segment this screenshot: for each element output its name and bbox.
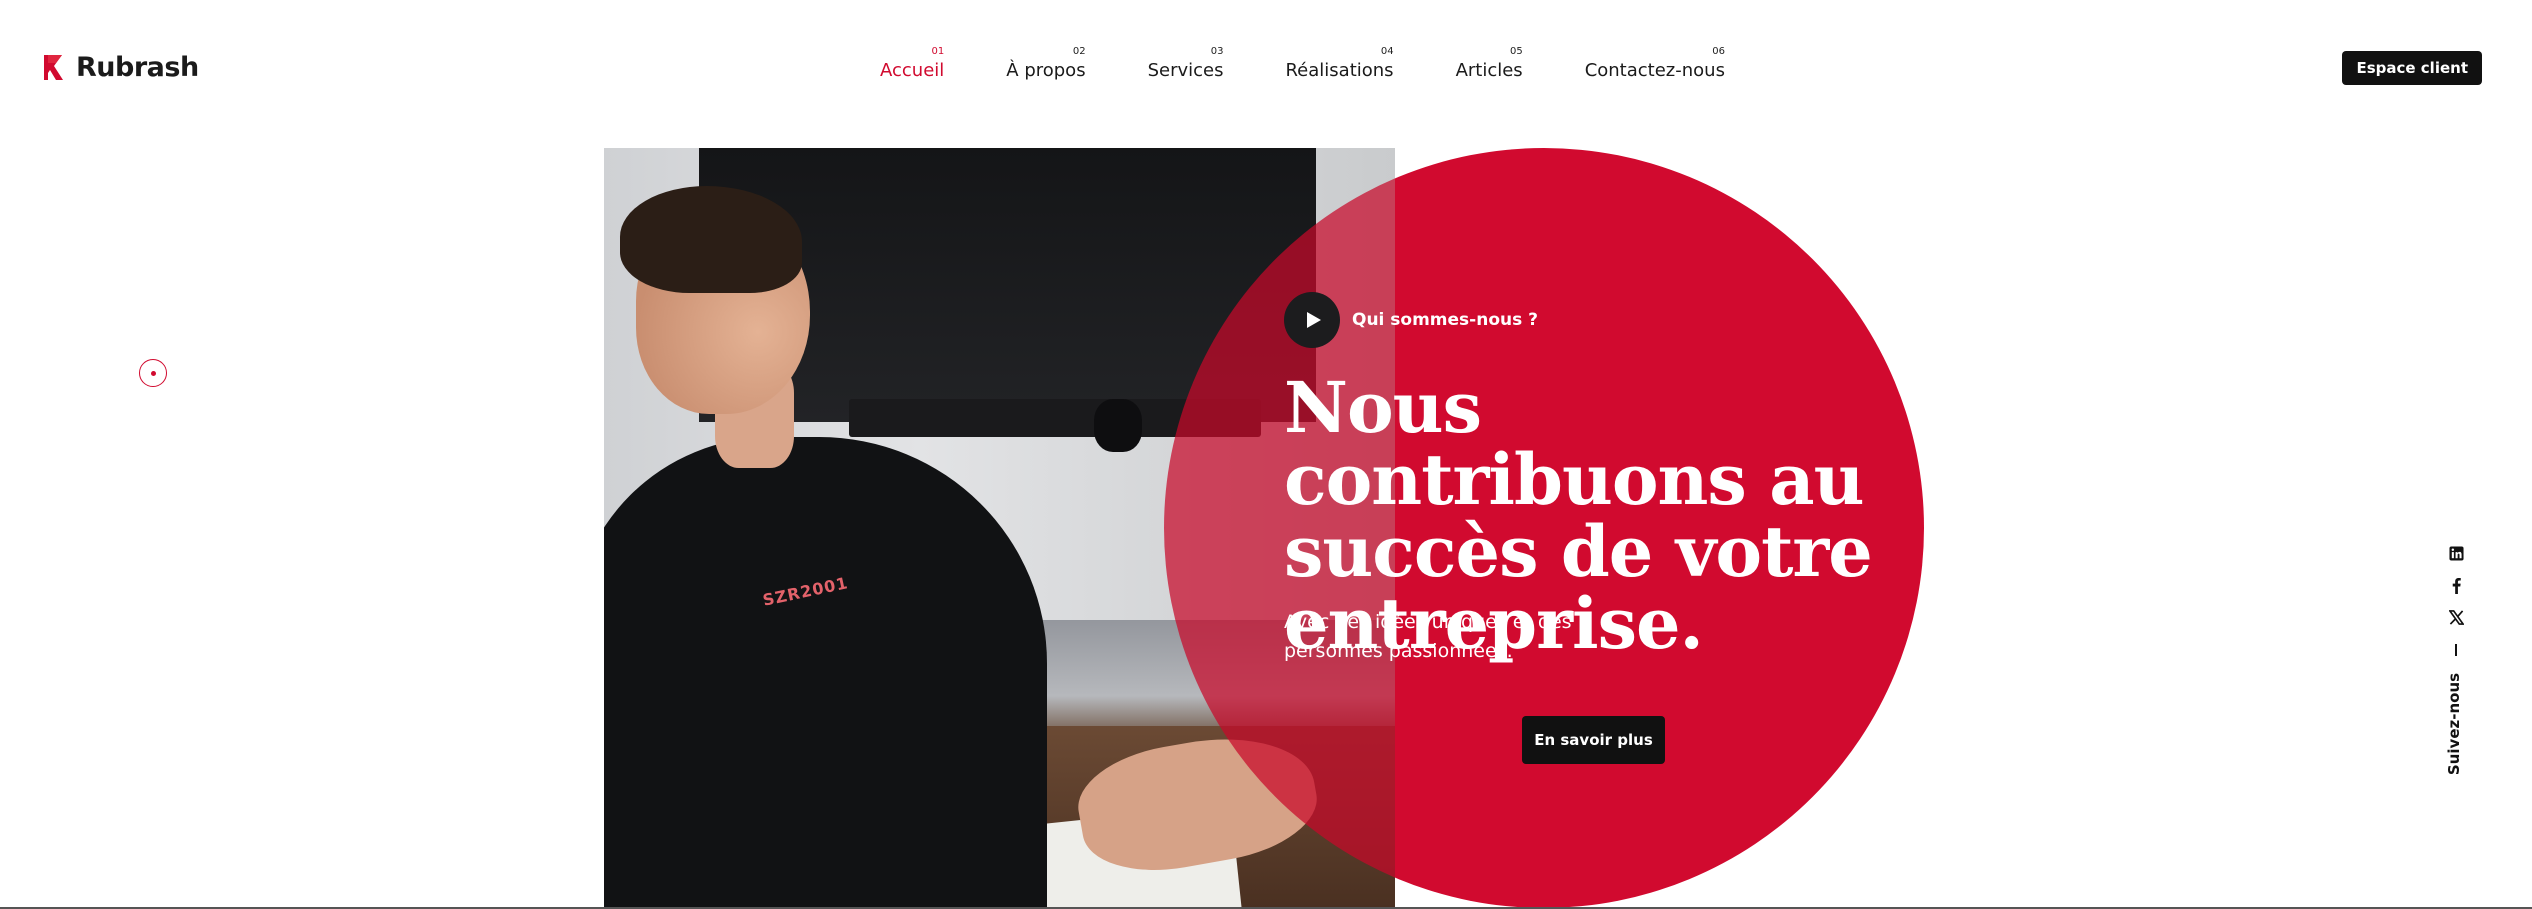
- photo-person-hair: [619, 186, 802, 293]
- nav-item-label: Réalisations: [1285, 60, 1394, 81]
- nav-item-a-propos[interactable]: 02 À propos: [1006, 46, 1085, 81]
- social-links: [2447, 544, 2465, 656]
- nav-item-articles[interactable]: 05 Articles: [1456, 46, 1523, 81]
- client-area-button[interactable]: Espace client: [2342, 51, 2482, 85]
- nav-item-number: 03: [1210, 46, 1224, 57]
- nav-item-label: Contactez-nous: [1584, 60, 1725, 81]
- nav-item-label: Articles: [1455, 60, 1523, 81]
- x-icon[interactable]: [2447, 608, 2465, 626]
- brand-logo[interactable]: Rubrash: [42, 52, 199, 83]
- video-cta[interactable]: Qui sommes-nous ?: [1284, 292, 1538, 348]
- play-button[interactable]: [1284, 292, 1340, 348]
- hero-subtitle: Avec des idées uniques et des personnes …: [1284, 611, 1572, 662]
- nav-item-services[interactable]: 03 Services: [1148, 46, 1224, 81]
- nav-item-number: 05: [1509, 46, 1523, 57]
- nav-item-realisations[interactable]: 04 Réalisations: [1285, 46, 1393, 81]
- nav-item-number: 01: [931, 46, 945, 57]
- play-icon: [1307, 312, 1321, 328]
- learn-more-button[interactable]: En savoir plus: [1522, 716, 1665, 764]
- nav-item-contact[interactable]: 06 Contactez-nous: [1585, 46, 1725, 81]
- nav-item-number: 04: [1380, 46, 1394, 57]
- video-cta-label: Qui sommes-nous ?: [1352, 310, 1539, 330]
- brand-name: Rubrash: [76, 52, 199, 83]
- social-divider: [2455, 644, 2457, 656]
- linkedin-icon[interactable]: [2447, 544, 2465, 562]
- nav-item-label: Accueil: [880, 60, 945, 81]
- follow-us-label: Suivez-nous: [2445, 672, 2463, 776]
- photo-person-body: [604, 437, 1047, 909]
- nav-item-label: Services: [1147, 60, 1224, 81]
- photo-camera: [1094, 399, 1142, 453]
- nav-item-accueil[interactable]: 01 Accueil: [880, 46, 944, 81]
- main-nav: 01 Accueil 02 À propos 03 Services 04 Ré…: [880, 46, 1725, 81]
- logo-mark-icon: [44, 54, 63, 80]
- nav-item-number: 02: [1072, 46, 1086, 57]
- facebook-icon[interactable]: [2447, 576, 2465, 594]
- nav-item-number: 06: [1712, 46, 1725, 57]
- page: Rubrash 01 Accueil 02 À propos 03 Servic…: [0, 0, 2532, 909]
- nav-item-label: À propos: [1006, 60, 1086, 81]
- scroll-indicator-dot[interactable]: [139, 359, 167, 387]
